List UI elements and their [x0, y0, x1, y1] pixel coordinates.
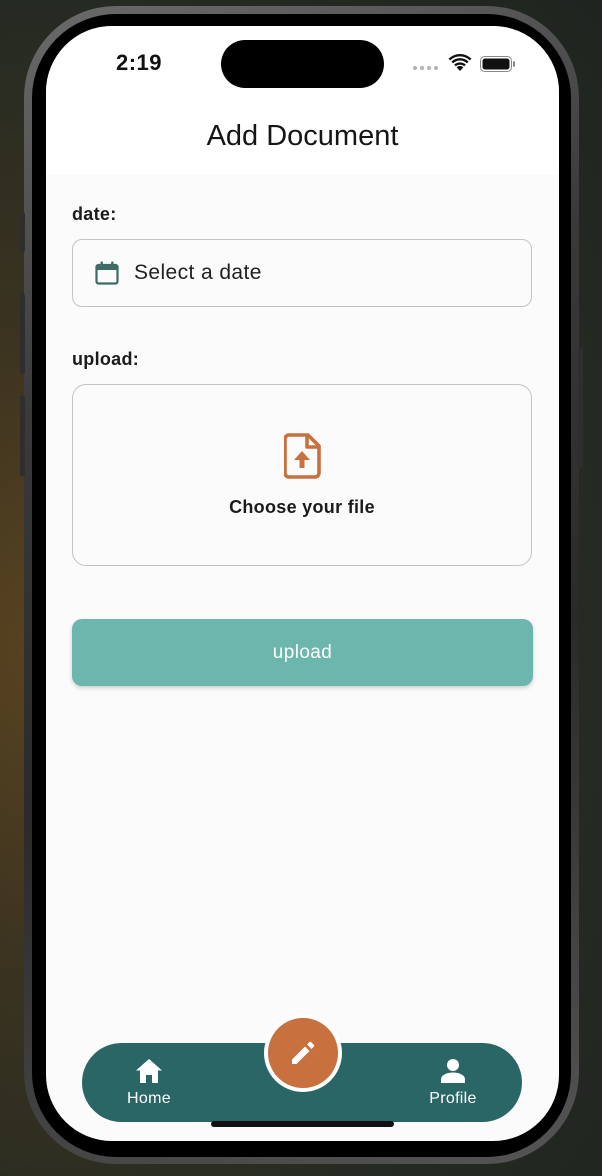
file-upload-dropzone[interactable]: Choose your file — [72, 384, 532, 566]
cellular-signal-icon — [413, 66, 438, 70]
upload-label: upload: — [72, 349, 140, 369]
battery-icon — [480, 56, 515, 72]
upload-button[interactable]: upload — [72, 619, 533, 686]
volume-down-button — [20, 396, 25, 476]
date-picker-field[interactable]: Select a date — [72, 239, 532, 307]
volume-up-button — [20, 294, 25, 374]
choose-file-text: Choose your file — [229, 497, 375, 517]
app-screen: 2:19 Add Document date: Select a date up… — [46, 26, 559, 1141]
nav-item-profile[interactable]: Profile — [408, 1043, 498, 1122]
nav-label-profile: Profile — [429, 1090, 477, 1107]
calendar-icon — [95, 261, 119, 285]
file-upload-icon — [284, 433, 321, 479]
status-time: 2:19 — [115, 50, 163, 75]
date-placeholder: Select a date — [134, 261, 262, 284]
edit-fab-button[interactable] — [268, 1018, 338, 1088]
date-label: date: — [72, 204, 117, 224]
wifi-icon — [448, 54, 472, 71]
page-title: Add Document — [206, 120, 399, 152]
nav-label-home: Home — [127, 1090, 171, 1107]
dynamic-island — [221, 40, 384, 88]
home-indicator[interactable] — [211, 1121, 394, 1127]
power-button — [578, 348, 583, 468]
home-icon — [135, 1058, 163, 1086]
nav-item-home[interactable]: Home — [104, 1043, 194, 1122]
action-button — [20, 212, 25, 252]
person-icon — [439, 1058, 467, 1086]
pencil-icon — [292, 1041, 315, 1064]
